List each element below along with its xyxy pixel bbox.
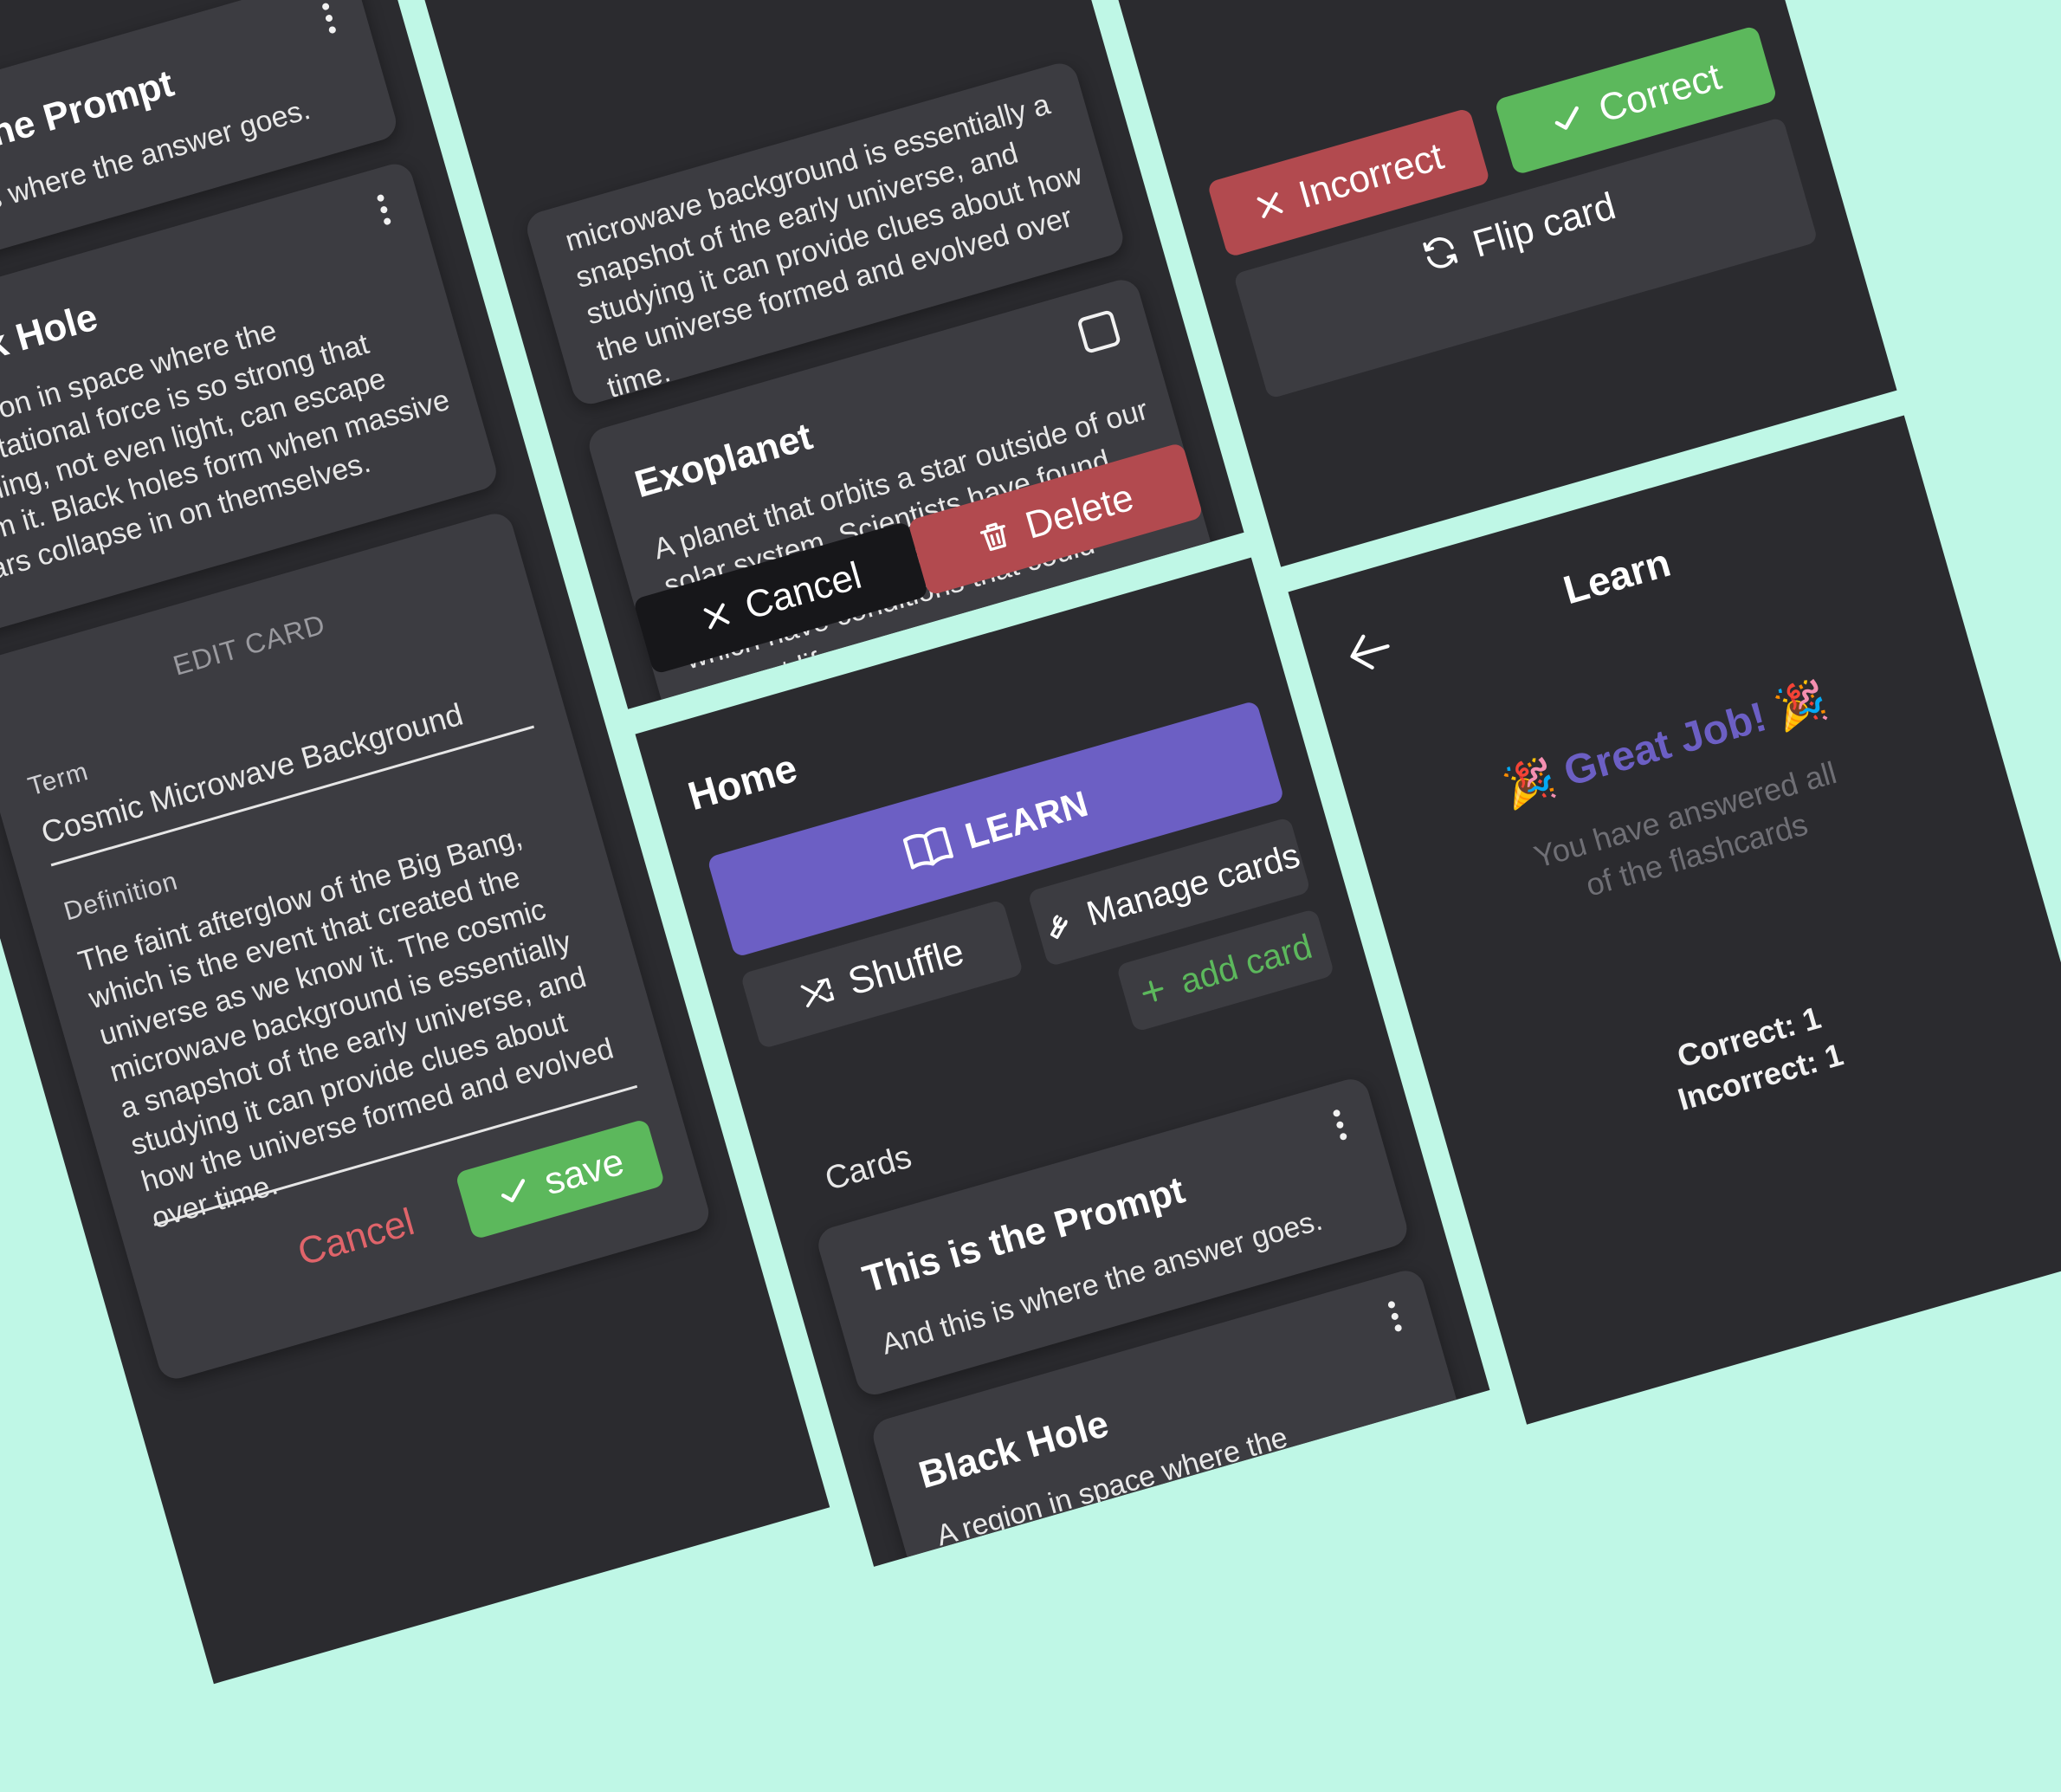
incorrect-stat: Incorrect: 1 xyxy=(1674,1036,1847,1118)
manage-cards-label: Manage cards xyxy=(1082,836,1304,934)
open-book-icon xyxy=(902,827,953,870)
prompt-card-menu-icon[interactable] xyxy=(321,2,339,39)
learn-label: LEARN xyxy=(960,782,1093,857)
close-icon xyxy=(1257,191,1283,218)
wrench-icon xyxy=(1050,915,1068,940)
home-card-blackhole-menu-icon[interactable] xyxy=(1386,1300,1405,1337)
home-card-prompt-menu-icon[interactable] xyxy=(1332,1109,1351,1146)
term-label: Term xyxy=(24,757,92,802)
home-title: Home xyxy=(682,744,802,819)
term-input[interactable]: Cosmic Microwave Background xyxy=(37,677,531,852)
select-checkbox[interactable] xyxy=(1076,308,1122,354)
save-label: save xyxy=(539,1140,629,1204)
correct-stat: Correct: 1 xyxy=(1673,999,1825,1075)
shuffle-icon xyxy=(801,978,835,1008)
edit-cancel-label: Cancel xyxy=(293,1200,419,1274)
shuffle-label: Shuffle xyxy=(843,930,969,1004)
cancel-delete-label: Cancel xyxy=(740,553,867,628)
check-icon xyxy=(501,1179,525,1203)
cards-heading: Cards xyxy=(821,1138,916,1198)
edit-card: EDIT CARD Term Cosmic Microwave Backgrou… xyxy=(0,509,714,1383)
plus-icon xyxy=(1142,980,1164,1002)
mockup-stage: This is the Prompt And this is where the… xyxy=(0,0,2061,1756)
incorrect-label: Incorrect xyxy=(1294,134,1449,217)
refresh-icon xyxy=(1422,237,1457,268)
trash-icon xyxy=(980,522,1007,552)
correct-label: Correct xyxy=(1593,55,1726,131)
flip-card-label: Flip card xyxy=(1468,184,1621,266)
blackhole-card-menu-icon[interactable] xyxy=(376,193,395,230)
close-icon xyxy=(703,603,730,630)
delete-label: Delete xyxy=(1020,475,1139,547)
add-card-label: add card xyxy=(1176,927,1316,1001)
check-icon xyxy=(1555,106,1580,130)
